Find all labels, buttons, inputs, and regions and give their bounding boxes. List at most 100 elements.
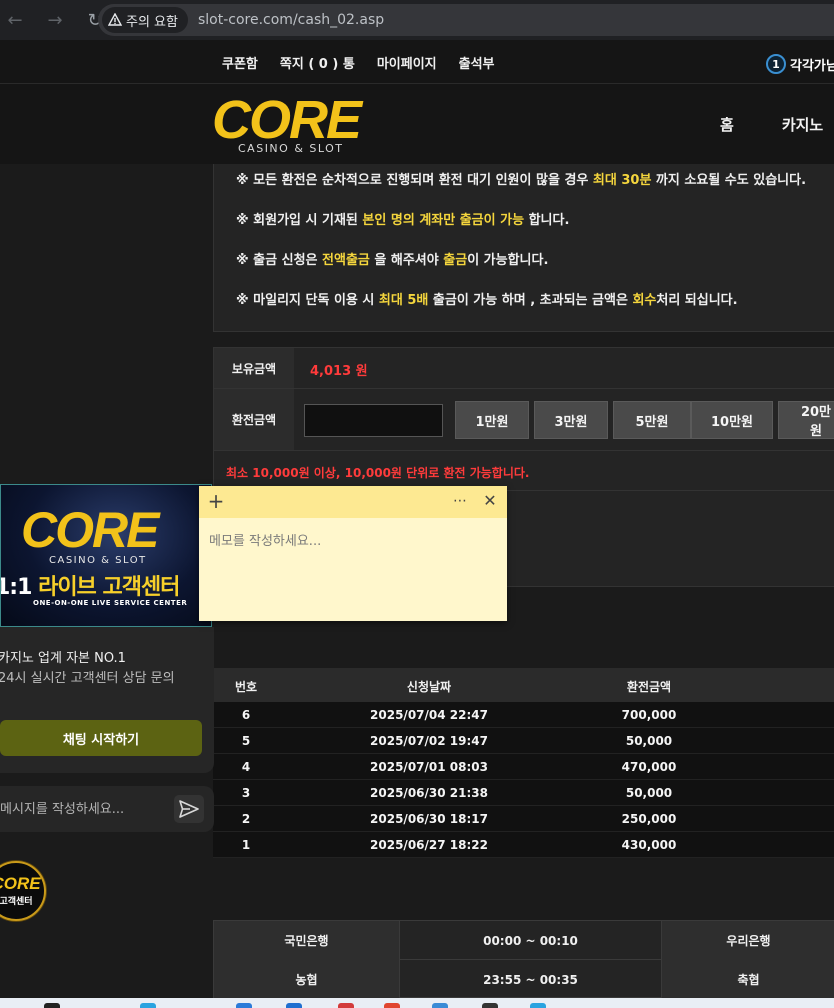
support-launcher-button[interactable]: CORE 고객센터 — [0, 861, 46, 921]
rank-level-icon: 1 — [766, 54, 786, 74]
header-no: 번호 — [234, 680, 258, 694]
bank-name: 우리은행 — [662, 921, 834, 960]
row-no: 2 — [241, 812, 251, 826]
sticky-note-titlebar[interactable]: + ⋯ ✕ — [199, 486, 507, 518]
row-date: 2025/07/01 08:03 — [370, 760, 488, 774]
row-no: 4 — [241, 760, 251, 774]
site-top-bar: 쿠폰함 쪽지 ( 0 ) 통 마이페이지 출석부 1 각각가님 — [0, 40, 834, 84]
chat-description: 24시 실시간 고객센터 상담 문의 — [0, 671, 175, 686]
launcher-label: 고객센터 — [0, 897, 33, 907]
row-no: 6 — [241, 708, 251, 722]
mypage-link[interactable]: 마이페이지 — [377, 53, 437, 72]
note-textarea[interactable] — [209, 530, 499, 610]
table-row: 3 2025/06/30 21:38 50,000 — [213, 780, 834, 806]
balance-value: 4,013 원 — [310, 364, 368, 379]
row-amount: 470,000 — [621, 760, 677, 774]
taskbar — [0, 998, 834, 1008]
amount-1man-button[interactable]: 1만원 — [455, 401, 529, 439]
taskbar-app-icon[interactable] — [338, 1003, 354, 1008]
close-icon[interactable]: ✕ — [479, 490, 501, 512]
message-composer — [0, 786, 214, 832]
username: 각각가님 — [790, 58, 834, 74]
start-chat-button[interactable]: 채팅 시작하기 — [0, 720, 202, 756]
chat-card: 카지노 업계 자본 NO.1 24시 실시간 고객센터 상담 문의 채팅 시작하… — [0, 627, 214, 773]
row-date: 2025/07/02 19:47 — [370, 734, 488, 748]
taskbar-app-icon[interactable] — [432, 1003, 448, 1008]
banner-english: ONE-ON-ONE LIVE SERVICE CENTER — [33, 599, 188, 607]
browser-toolbar: ← → ↻ 주의 요함 slot-core.com/cash_02.asp — [0, 0, 834, 40]
table-row: 1 2025/06/27 18:22 430,000 — [213, 832, 834, 858]
balance-row: 보유금액 4,013 원 — [214, 348, 834, 389]
messages-link[interactable]: 쪽지 ( 0 ) 통 — [280, 53, 355, 72]
bank-hours-table: 국민은행 00:00 ~ 00:10 우리은행 농협 23:55 ~ 00:35… — [213, 920, 834, 999]
banner-logo: CORE — [21, 502, 159, 558]
amount-input[interactable] — [304, 404, 443, 437]
site-logo[interactable]: CORE CASINO & SLOT — [212, 90, 374, 160]
live-support-banner[interactable]: CORE CASINO & SLOT 1:1 라이브 고객센터 ONE-ON-O… — [0, 484, 212, 627]
menu-home[interactable]: 홈 — [720, 114, 734, 135]
exchange-notice: ※ 모든 환전은 순차적으로 진행되며 환전 대기 인원이 많을 경우 최대 3… — [213, 164, 834, 332]
taskbar-app-icon[interactable] — [236, 1003, 252, 1008]
launcher-logo: CORE — [0, 874, 41, 893]
taskbar-app-icon[interactable] — [384, 1003, 400, 1008]
menu-casino[interactable]: 카지노 — [782, 114, 823, 135]
amount-5man-button[interactable]: 5만원 — [613, 401, 691, 439]
table-row: 4 2025/07/01 08:03 470,000 — [213, 754, 834, 780]
row-date: 2025/06/30 21:38 — [370, 786, 488, 800]
bank-name: 농협 — [214, 960, 400, 999]
main-menu: 홈 카지노 — [720, 114, 823, 135]
table-row: 2 2025/06/30 18:17 250,000 — [213, 806, 834, 832]
security-warning-chip[interactable]: 주의 요함 — [102, 7, 188, 33]
sticky-note: + ⋯ ✕ — [199, 486, 507, 621]
forward-arrow-icon[interactable]: → — [40, 5, 70, 35]
more-options-icon[interactable]: ⋯ — [449, 490, 471, 512]
row-amount: 700,000 — [621, 708, 677, 722]
row-no: 5 — [241, 734, 251, 748]
message-input[interactable] — [0, 798, 160, 820]
bank-row: 농협 23:55 ~ 00:35 축협 — [214, 960, 834, 999]
row-date: 2025/06/27 18:22 — [370, 838, 488, 852]
row-date: 2025/07/04 22:47 — [370, 708, 488, 722]
security-label: 주의 요함 — [126, 14, 178, 30]
taskbar-app-icon[interactable] — [286, 1003, 302, 1008]
taskbar-app-icon[interactable] — [482, 1003, 498, 1008]
banner-title: 1:1 라이브 고객센터 — [1, 575, 180, 600]
amount-3man-button[interactable]: 3만원 — [534, 401, 608, 439]
header-amount: 환전금액 — [626, 680, 672, 694]
bank-hours: 00:00 ~ 00:10 — [400, 921, 662, 960]
taskbar-app-icon[interactable] — [530, 1003, 546, 1008]
logo-subtitle: CASINO & SLOT — [238, 142, 344, 155]
address-bar[interactable]: 주의 요함 slot-core.com/cash_02.asp — [98, 4, 834, 36]
row-amount: 430,000 — [621, 838, 677, 852]
row-no: 1 — [241, 838, 251, 852]
coupon-link[interactable]: 쿠폰함 — [222, 53, 258, 72]
amount-20man-button[interactable]: 20만원 — [778, 401, 834, 439]
banner-subtitle: CASINO & SLOT — [49, 555, 147, 566]
row-date: 2025/06/30 18:17 — [370, 812, 488, 826]
row-no: 3 — [241, 786, 251, 800]
exchange-history-table: 번호 신청날짜 환전금액 6 2025/07/04 22:47 700,000 … — [213, 668, 834, 858]
user-rank[interactable]: 1 각각가님 — [766, 54, 834, 74]
taskbar-app-icon[interactable] — [44, 1003, 60, 1008]
bank-row: 국민은행 00:00 ~ 00:10 우리은행 — [214, 921, 834, 960]
url-text: slot-core.com/cash_02.asp — [197, 12, 385, 28]
row-amount: 250,000 — [621, 812, 677, 826]
send-icon — [179, 800, 199, 818]
notice-line: ※ 모든 환전은 순차적으로 진행되며 환전 대기 인원이 많을 경우 최대 3… — [236, 173, 807, 188]
table-row: 5 2025/07/02 19:47 50,000 — [213, 728, 834, 754]
plus-icon[interactable]: + — [205, 490, 227, 512]
amount-10man-button[interactable]: 10만원 — [691, 401, 773, 439]
bank-name: 국민은행 — [214, 921, 400, 960]
amount-row: 환전금액 1만원 3만원 5만원 10만원 20만원 — [214, 389, 834, 451]
chat-title: 카지노 업계 자본 NO.1 — [0, 651, 126, 666]
bank-name: 축협 — [662, 960, 834, 999]
bank-hours: 23:55 ~ 00:35 — [400, 960, 662, 999]
back-arrow-icon[interactable]: ← — [0, 5, 30, 35]
site-header: CORE CASINO & SLOT 홈 카지노 — [0, 84, 834, 164]
taskbar-app-icon[interactable] — [140, 1003, 156, 1008]
notice-line: ※ 출금 신청은 전액출금 을 해주셔야 출금이 가능합니다. — [236, 253, 549, 268]
attendance-link[interactable]: 출석부 — [459, 53, 495, 72]
top-links: 쿠폰함 쪽지 ( 0 ) 통 마이페이지 출석부 — [222, 40, 495, 84]
table-header: 번호 신청날짜 환전금액 — [213, 668, 834, 702]
send-button[interactable] — [174, 795, 204, 823]
